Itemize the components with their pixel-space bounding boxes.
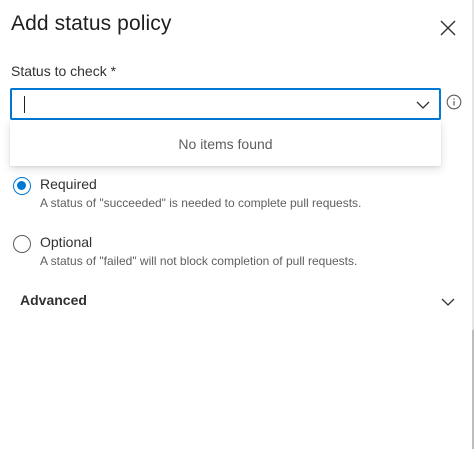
close-icon: [440, 20, 456, 36]
chevron-down-icon: [416, 101, 430, 109]
chevron-down-icon: [441, 298, 455, 306]
add-status-policy-panel: Add status policy Status to check * No i…: [0, 0, 474, 449]
panel-title: Add status policy: [11, 12, 172, 35]
radio-description: A status of "succeeded" is needed to com…: [40, 196, 362, 210]
radio-label: Required: [40, 176, 97, 192]
info-button[interactable]: [446, 94, 462, 110]
text-cursor: [24, 96, 25, 113]
radio-selected-dot: [17, 181, 26, 190]
advanced-label: Advanced: [20, 292, 87, 308]
radio-option-required[interactable]: Required A status of "succeeded" is need…: [13, 176, 433, 216]
close-button[interactable]: [436, 16, 460, 40]
status-dropdown-menu: No items found: [10, 120, 441, 166]
required-radio[interactable]: [13, 177, 31, 195]
radio-description: A status of "failed" will not block comp…: [40, 254, 358, 268]
combobox-dropdown-button[interactable]: [415, 98, 431, 112]
info-icon: [446, 94, 462, 110]
radio-label: Optional: [40, 234, 93, 250]
status-to-check-combobox[interactable]: [10, 88, 441, 120]
optional-radio[interactable]: [13, 235, 31, 253]
advanced-section-toggle[interactable]: Advanced: [20, 292, 460, 312]
status-to-check-label: Status to check *: [11, 63, 117, 79]
no-items-message: No items found: [178, 136, 273, 152]
advanced-expand-button[interactable]: [440, 295, 456, 309]
radio-option-optional[interactable]: Optional A status of "failed" will not b…: [13, 234, 433, 274]
